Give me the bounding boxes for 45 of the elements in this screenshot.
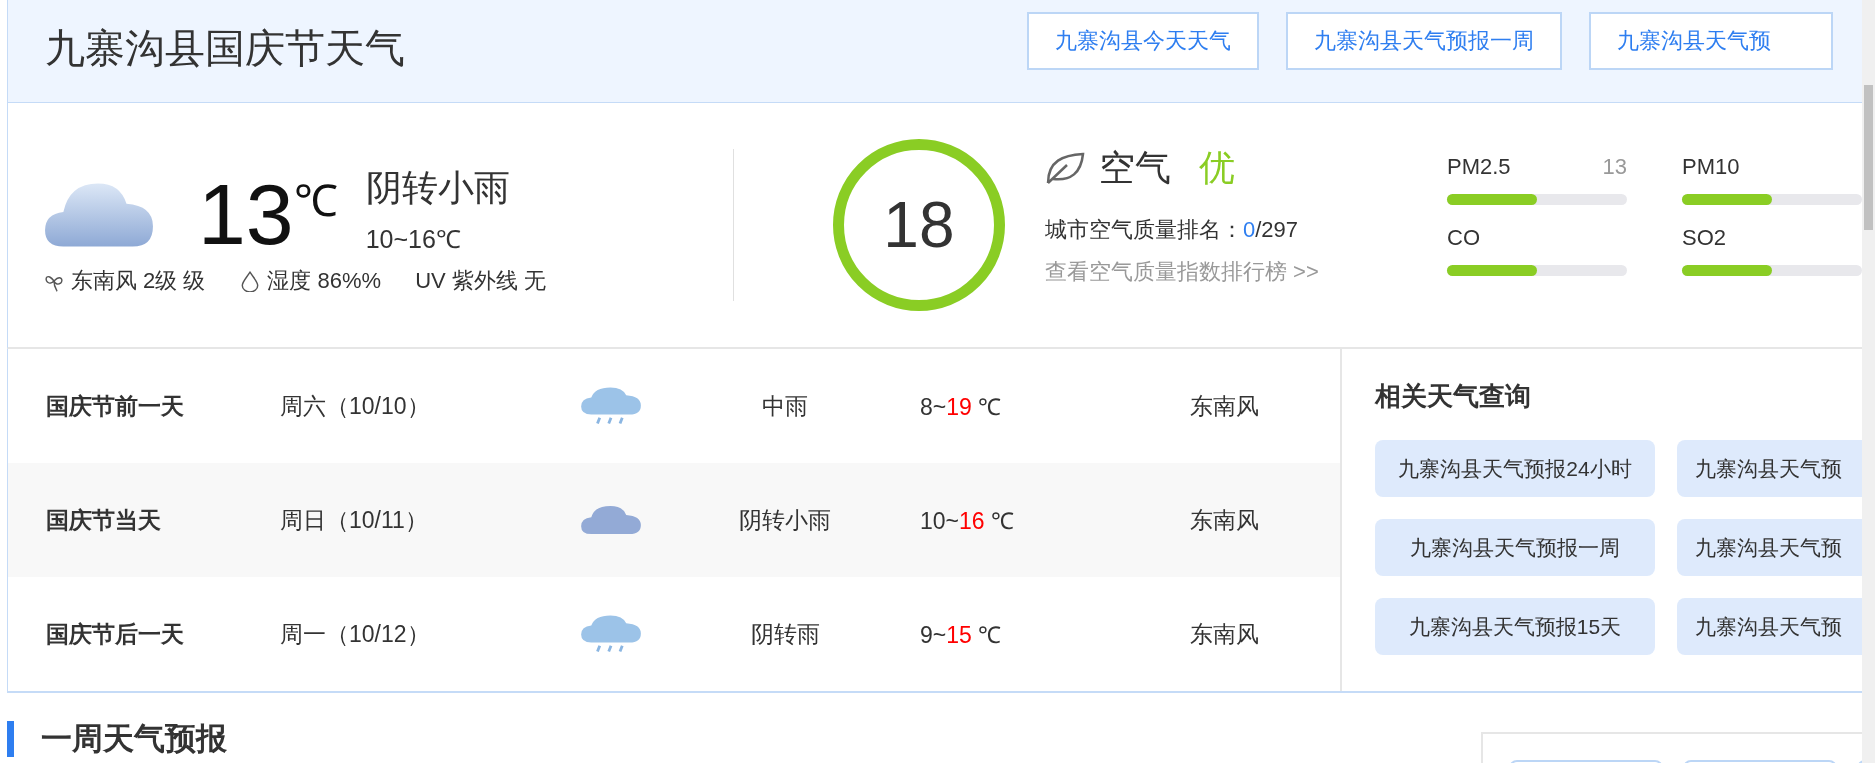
forecast-link[interactable]: 九寨沟县天气预报一周: [1286, 12, 1562, 70]
day-temperature: 9~15 ℃: [920, 621, 1003, 650]
pollutant-name: CO: [1447, 225, 1480, 251]
related-link[interactable]: 九寨沟县天气预报15天: [1375, 598, 1655, 655]
forecast-link[interactable]: 九寨沟县天气预: [1589, 12, 1833, 70]
pollutant-name: PM2.5: [1447, 154, 1511, 180]
day-wind: 东南风: [1190, 391, 1259, 421]
leaf-icon: [1044, 151, 1085, 185]
air-label: 空气: [1098, 145, 1171, 190]
day-date: 周日（10/11）: [280, 505, 429, 535]
section-title: 一周天气预报: [7, 721, 1441, 757]
related-link[interactable]: 九寨沟县天气预: [1677, 598, 1862, 655]
temperature-range: 10~16℃: [365, 224, 462, 255]
related-link[interactable]: 九寨沟县天气预报24小时: [1375, 440, 1655, 497]
day-weather: 阴转雨: [749, 619, 821, 649]
forecast-link[interactable]: 九寨沟县今天天气: [1027, 12, 1259, 70]
wind-info: 东南风 2级 级: [71, 267, 206, 295]
day-name: 国庆节后一天: [45, 619, 185, 649]
aqi-value: 18: [883, 188, 955, 262]
air-quality: 优: [1198, 145, 1235, 190]
pollutant-name: SO2: [1682, 225, 1727, 251]
day-temperature: 8~19 ℃: [920, 393, 1003, 422]
humidity-info: 湿度 86%%: [267, 267, 382, 295]
pollutant-name: PM10: [1682, 154, 1740, 180]
scrollbar[interactable]: [1862, 0, 1875, 763]
page-title: 九寨沟县国庆节天气: [44, 24, 406, 72]
air-quality-rank: 城市空气质量排名：0/297: [1044, 215, 1299, 244]
weather-description: 阴转小雨: [365, 166, 510, 210]
related-link[interactable]: 九寨沟县天气预: [1677, 440, 1862, 497]
day-name: 国庆节当天: [45, 505, 162, 535]
temperature-unit: ℃: [293, 175, 338, 227]
related-link[interactable]: 九寨沟县天气预: [1677, 519, 1862, 576]
current-temperature: 13: [198, 165, 294, 264]
uv-info: UV 紫外线 无: [415, 267, 546, 295]
day-weather: 阴转小雨: [738, 505, 832, 535]
day-weather: 中雨: [761, 391, 809, 421]
day-wind: 东南风: [1190, 505, 1259, 535]
pollutant-value: 13: [1602, 154, 1627, 180]
day-wind: 东南风: [1190, 619, 1259, 649]
related-title: 相关天气查询: [1375, 380, 1532, 413]
related-link[interactable]: 九寨沟县天气预报一周: [1375, 519, 1655, 576]
day-name: 国庆节前一天: [45, 391, 185, 421]
day-date: 周一（10/12）: [280, 619, 431, 649]
day-temperature: 10~16 ℃: [920, 507, 1015, 536]
day-date: 周六（10/10）: [280, 391, 431, 421]
